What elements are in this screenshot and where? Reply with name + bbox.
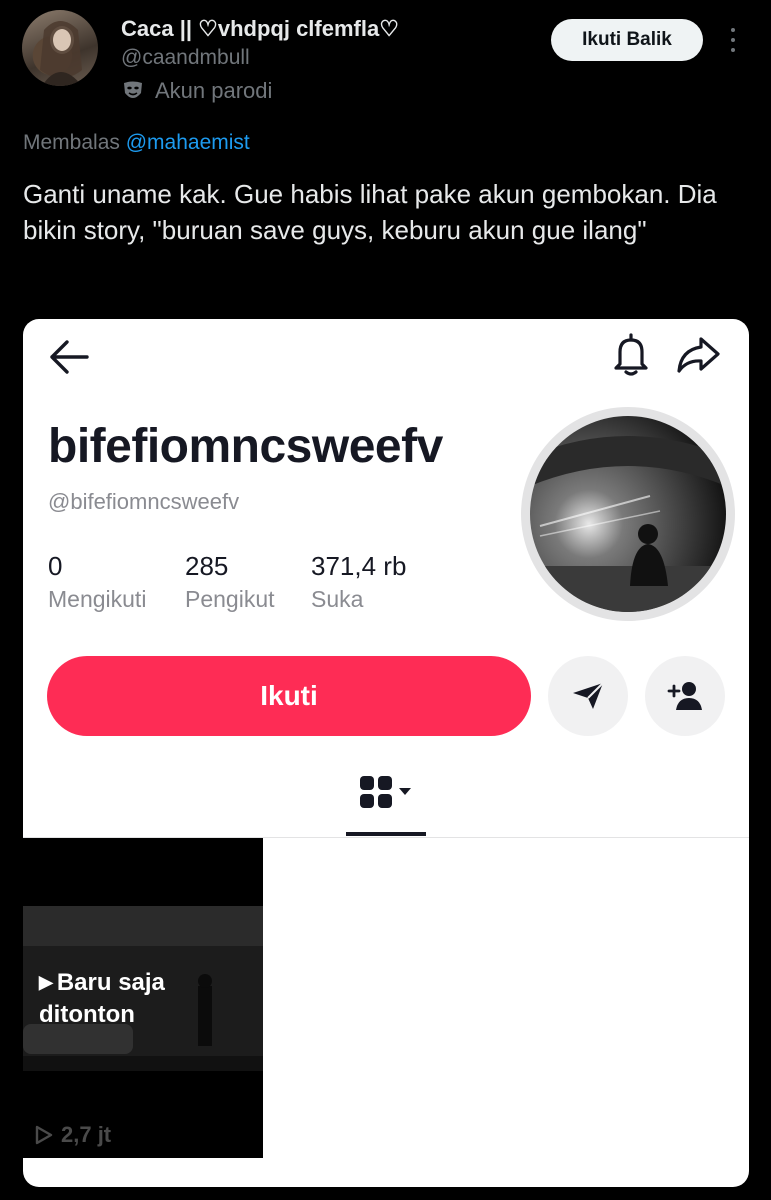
stat-value: 285: [185, 551, 229, 581]
parody-badge: Akun parodi: [121, 78, 272, 104]
tweet-text: Ganti uname kak. Gue habis lihat pake ak…: [23, 179, 717, 245]
follow-back-button[interactable]: Ikuti Balik: [551, 19, 703, 61]
stat-followers: 285 Pengikut: [185, 551, 275, 613]
play-icon: ▶: [39, 972, 53, 992]
stat-label: Mengikuti: [48, 586, 147, 612]
back-arrow-icon: [50, 340, 89, 374]
replying-prefix: Membalas: [23, 131, 120, 154]
stat-following: 0 Mengikuti: [48, 551, 146, 613]
send-icon: [573, 682, 604, 709]
add-friend-button[interactable]: [645, 656, 725, 736]
user-handle[interactable]: @caandmbull: [121, 46, 250, 70]
share-icon: [677, 337, 720, 373]
recently-watched-label: ▶ Baru saja ditonton: [39, 966, 165, 1031]
add-user-icon: [667, 682, 702, 710]
stat-label: Suka: [311, 586, 364, 612]
watched-line2: ditonton: [39, 1001, 135, 1028]
follow-button[interactable]: Ikuti: [47, 656, 531, 736]
stat-value: 371,4 rb: [311, 551, 407, 581]
profile-username: bifefiomncsweefv: [48, 420, 443, 473]
caret-down-icon: [399, 788, 411, 795]
more-options-icon[interactable]: [726, 28, 740, 54]
video-thumbnail[interactable]: ▶ Baru saja ditonton 2,7 jt: [23, 838, 263, 1158]
tab-videos-grid[interactable]: [345, 767, 425, 817]
active-tab-indicator: [346, 832, 426, 836]
replying-to: Membalas @mahaemist: [23, 131, 250, 155]
grid-icon: [360, 776, 392, 808]
display-name[interactable]: Caca || ♡vhdpqj clfemfla♡: [121, 16, 399, 42]
profile-handle: @bifefiomncsweefv: [48, 489, 240, 514]
embedded-screenshot[interactable]: bifefiomncsweefv @bifefiomncsweefv 0 Men…: [23, 319, 749, 1187]
view-count-value: 2,7 jt: [61, 1122, 112, 1147]
stat-label: Pengikut: [185, 586, 275, 612]
stat-value: 0: [48, 551, 63, 581]
stat-likes: 371,4 rb Suka: [311, 551, 406, 613]
play-outline-icon: [35, 1125, 53, 1145]
parody-label: Akun parodi: [155, 78, 273, 103]
bell-icon: [614, 333, 648, 376]
avatar[interactable]: [22, 10, 98, 86]
mention-link[interactable]: @mahaemist: [126, 131, 250, 154]
watched-line1: Baru saja: [56, 969, 165, 996]
message-button[interactable]: [548, 656, 628, 736]
view-count: 2,7 jt: [35, 1122, 111, 1148]
theater-mask-icon: [124, 81, 142, 98]
profile-picture: [521, 407, 735, 621]
